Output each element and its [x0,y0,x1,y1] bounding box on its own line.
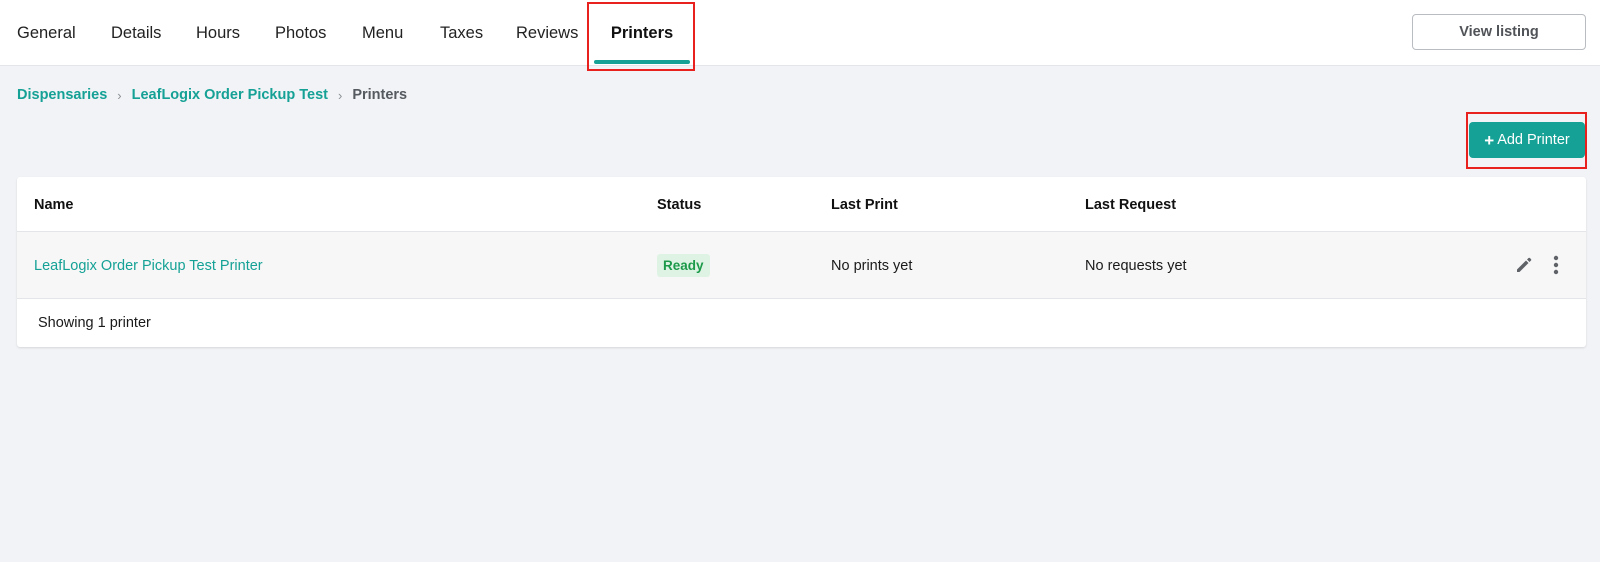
active-tab-indicator [594,60,690,64]
top-nav: General Details Hours Photos Menu Taxes … [0,0,1600,71]
last-print-cell: No prints yet [831,257,913,274]
breadcrumb-dispensaries[interactable]: Dispensaries [17,87,107,103]
more-options-button[interactable] [1543,252,1569,278]
column-header-status: Status [657,196,702,213]
tab-taxes[interactable]: Taxes [440,0,483,66]
breadcrumb: Dispensaries › LeafLogix Order Pickup Te… [17,85,407,105]
tab-details[interactable]: Details [111,0,161,66]
table-footer-count: Showing 1 printer [38,315,151,331]
add-printer-label: Add Printer [1497,132,1570,148]
more-vertical-icon [1553,255,1559,275]
status-cell: Ready [657,232,710,299]
column-header-name: Name [34,196,74,213]
edit-printer-button[interactable] [1511,252,1537,278]
tab-printers-label: Printers [610,23,674,42]
column-header-last-request: Last Request [1085,196,1177,213]
status-badge: Ready [657,254,710,277]
add-printer-button[interactable]: + Add Printer [1469,122,1585,158]
breadcrumb-separator: › [117,87,122,103]
pencil-icon [1517,257,1532,272]
plus-icon: + [1484,130,1495,150]
tab-reviews[interactable]: Reviews [516,0,578,66]
view-listing-button[interactable]: View listing [1412,14,1586,50]
printers-table: Name Status Last Print Last Request Leaf… [17,177,1586,347]
table-header: Name Status Last Print Last Request [17,177,1586,232]
last-request-cell: No requests yet [1085,257,1187,274]
tab-hours[interactable]: Hours [196,0,240,66]
tab-menu[interactable]: Menu [362,0,403,66]
breadcrumb-current: Printers [352,87,408,103]
printer-name-link[interactable]: LeafLogix Order Pickup Test Printer [34,232,263,299]
breadcrumb-dispensary[interactable]: LeafLogix Order Pickup Test [132,87,328,103]
table-row: LeafLogix Order Pickup Test Printer Read… [17,232,1586,299]
tab-printers[interactable]: Printers [594,0,690,66]
breadcrumb-separator: › [337,87,343,103]
tab-photos[interactable]: Photos [275,0,326,66]
tab-general[interactable]: General [17,0,76,66]
column-header-last-print: Last Print [831,196,898,213]
